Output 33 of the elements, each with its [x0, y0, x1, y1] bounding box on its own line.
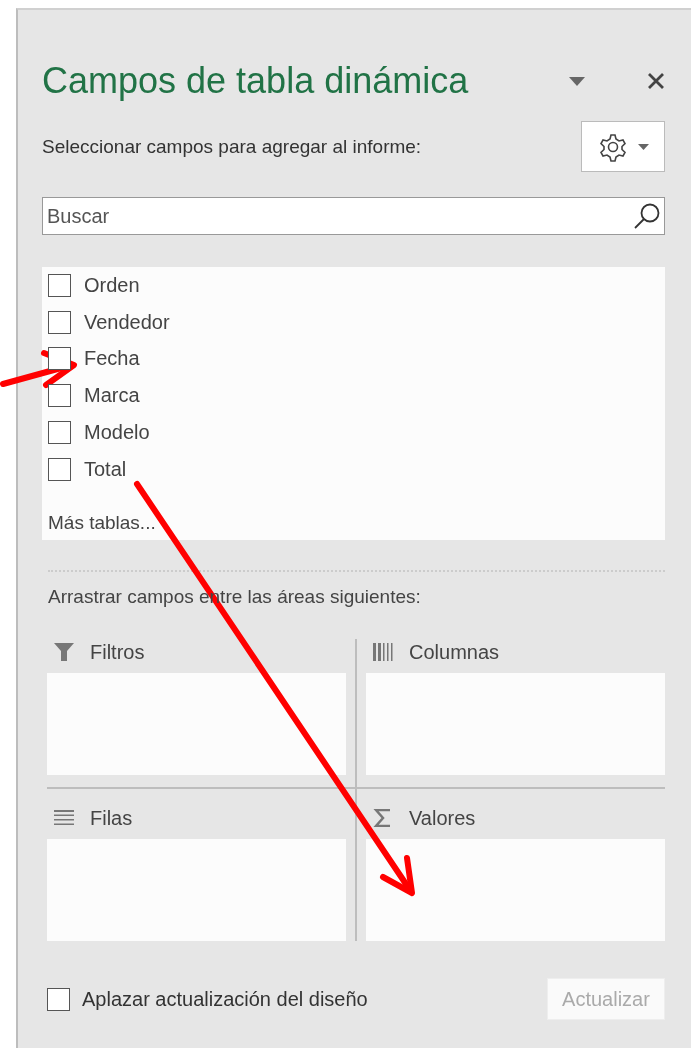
- drop-area[interactable]: [47, 673, 346, 775]
- field-label[interactable]: Orden: [84, 273, 140, 297]
- checkbox[interactable]: [48, 310, 71, 334]
- field-label[interactable]: Fecha: [84, 347, 140, 371]
- area-label: Columnas: [409, 640, 500, 664]
- checkbox[interactable]: [48, 421, 71, 445]
- search-icon: [633, 202, 661, 230]
- settings-icon: [597, 131, 628, 162]
- defer-update-label[interactable]: Aplazar actualización del diseño: [82, 987, 368, 1011]
- checkbox[interactable]: [47, 987, 70, 1011]
- funnel-icon: [52, 642, 76, 662]
- more-tables-link[interactable]: Más tablas...: [48, 511, 156, 534]
- settings-button[interactable]: [581, 121, 665, 172]
- field-label[interactable]: Marca: [84, 384, 140, 408]
- field-label[interactable]: Total: [84, 457, 127, 481]
- area-label: Valores: [409, 806, 476, 830]
- checkbox[interactable]: [48, 457, 71, 481]
- checkbox[interactable]: [48, 273, 71, 297]
- field-label[interactable]: Vendedor: [84, 310, 170, 334]
- panel-title: Campos de tabla dinámica: [42, 60, 470, 102]
- field-label[interactable]: Modelo: [84, 421, 150, 445]
- columns-icon: [371, 643, 395, 661]
- search-field[interactable]: Buscar: [42, 197, 665, 235]
- caret-icon: [637, 143, 649, 150]
- rows-icon: [52, 810, 76, 826]
- dropdown-caret-icon[interactable]: [569, 76, 585, 86]
- checkbox[interactable]: [48, 384, 71, 408]
- drop-area[interactable]: [366, 839, 665, 941]
- close-icon[interactable]: [647, 72, 665, 90]
- instruction-text: Seleccionar campos para agregar al informe:: [42, 135, 422, 158]
- area-label: Filas: [90, 806, 133, 830]
- checkbox[interactable]: [48, 347, 71, 371]
- area-label: Filtros: [90, 640, 145, 664]
